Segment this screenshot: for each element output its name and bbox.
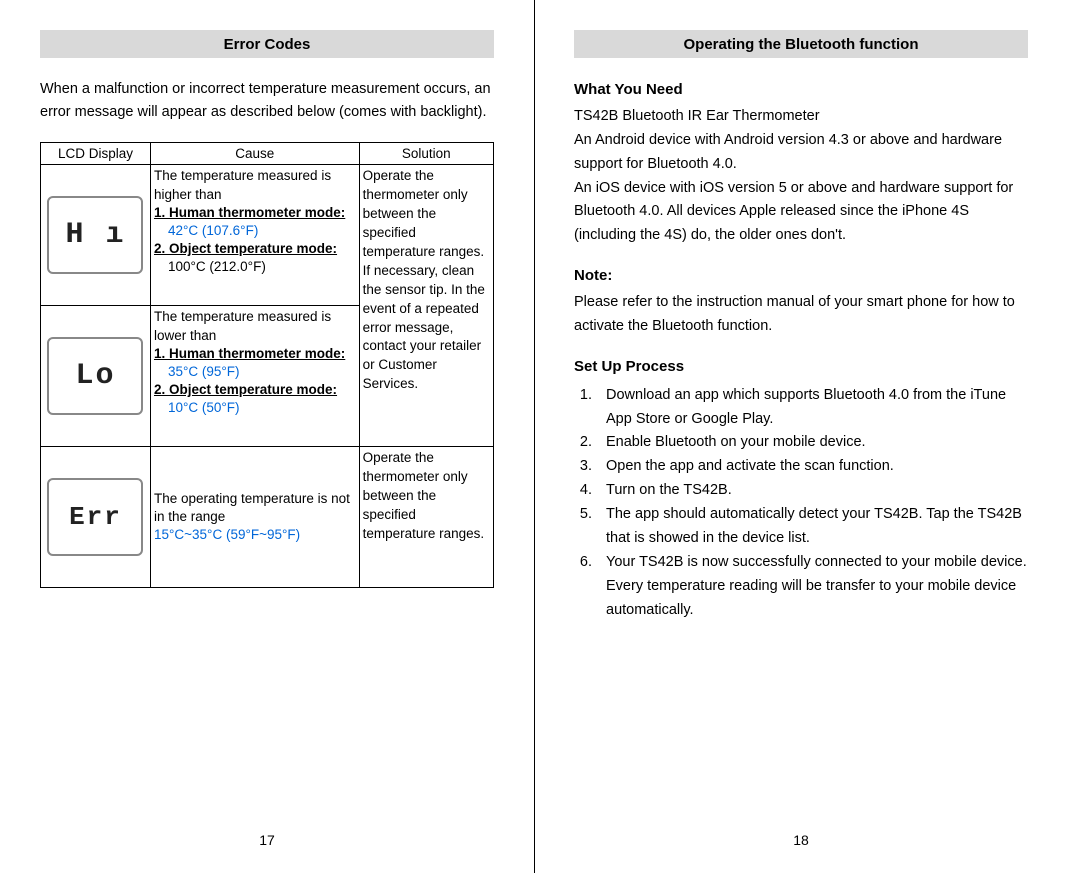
error-codes-table: LCD Display Cause Solution H ı The tempe… — [40, 142, 494, 588]
th-solution: Solution — [359, 143, 493, 165]
th-lcd: LCD Display — [41, 143, 151, 165]
lcd-display-icon: Lo — [47, 337, 143, 415]
page-number-right: 18 — [534, 832, 1068, 848]
setup-step: Turn on the TS42B. — [596, 479, 1028, 503]
lcd-display-icon: H ı — [47, 196, 143, 274]
lcd-text-lo: Lo — [75, 359, 115, 393]
setup-heading: Set Up Process — [574, 355, 1028, 380]
lcd-cell-lo: Lo — [41, 306, 151, 447]
setup-step: Your TS42B is now successfully connected… — [596, 551, 1028, 623]
lcd-text-err: Err — [69, 502, 122, 532]
setup-block: Set Up Process Download an app which sup… — [574, 355, 1028, 623]
cause-lo: The temperature measured is lower than 1… — [150, 306, 359, 447]
setup-step: The app should automatically detect your… — [596, 503, 1028, 551]
cause-hi-m1-label: 1. Human thermometer mode: — [154, 205, 345, 220]
need-line-2: An Android device with Android version 4… — [574, 129, 1028, 177]
setup-step: Open the app and activate the scan funct… — [596, 455, 1028, 479]
cause-hi-m2-label: 2. Object temperature mode: — [154, 241, 337, 256]
solution-shared: Operate the thermometer only between the… — [359, 165, 493, 447]
cause-err-lead: The operating temperature is not in the … — [154, 491, 350, 524]
cause-hi-m1-val: 42°C (107.6°F) — [154, 222, 356, 240]
cause-lo-m2-label: 2. Object temperature mode: — [154, 382, 337, 397]
cause-hi-lead: The temperature measured is higher than — [154, 168, 331, 201]
cause-hi: The temperature measured is higher than … — [150, 165, 359, 306]
note-body: Please refer to the instruction manual o… — [574, 291, 1028, 339]
cause-hi-m2-val: 100°C (212.0°F) — [154, 258, 356, 276]
lcd-cell-err: Err — [41, 447, 151, 588]
lcd-cell-hi: H ı — [41, 165, 151, 306]
lcd-text-hi: H ı — [65, 218, 125, 252]
section-header-bluetooth: Operating the Bluetooth function — [574, 30, 1028, 58]
setup-step: Download an app which supports Bluetooth… — [596, 384, 1028, 432]
th-cause: Cause — [150, 143, 359, 165]
section-header-error-codes: Error Codes — [40, 30, 494, 58]
cause-lo-lead: The temperature measured is lower than — [154, 309, 331, 342]
what-you-need-block: What You Need TS42B Bluetooth IR Ear The… — [574, 78, 1028, 248]
cause-err-val: 15°C~35°C (59°F~95°F) — [154, 527, 300, 542]
setup-steps-list: Download an app which supports Bluetooth… — [574, 384, 1028, 623]
solution-err: Operate the thermometer only between the… — [359, 447, 493, 588]
page-number-left: 17 — [0, 832, 534, 848]
setup-step: Enable Bluetooth on your mobile device. — [596, 431, 1028, 455]
page-right: Operating the Bluetooth function What Yo… — [534, 0, 1068, 873]
need-line-1: TS42B Bluetooth IR Ear Thermometer — [574, 105, 1028, 129]
cause-err: The operating temperature is not in the … — [150, 447, 359, 588]
cause-lo-m1-val: 35°C (95°F) — [154, 363, 356, 381]
error-codes-intro: When a malfunction or incorrect temperat… — [40, 78, 494, 124]
page-left: Error Codes When a malfunction or incorr… — [0, 0, 534, 873]
cause-lo-m2-val: 10°C (50°F) — [154, 399, 356, 417]
note-block: Note: Please refer to the instruction ma… — [574, 264, 1028, 339]
what-you-need-heading: What You Need — [574, 78, 1028, 103]
lcd-display-icon: Err — [47, 478, 143, 556]
cause-lo-m1-label: 1. Human thermometer mode: — [154, 346, 345, 361]
need-line-3: An iOS device with iOS version 5 or abov… — [574, 177, 1028, 249]
note-heading: Note: — [574, 264, 1028, 289]
